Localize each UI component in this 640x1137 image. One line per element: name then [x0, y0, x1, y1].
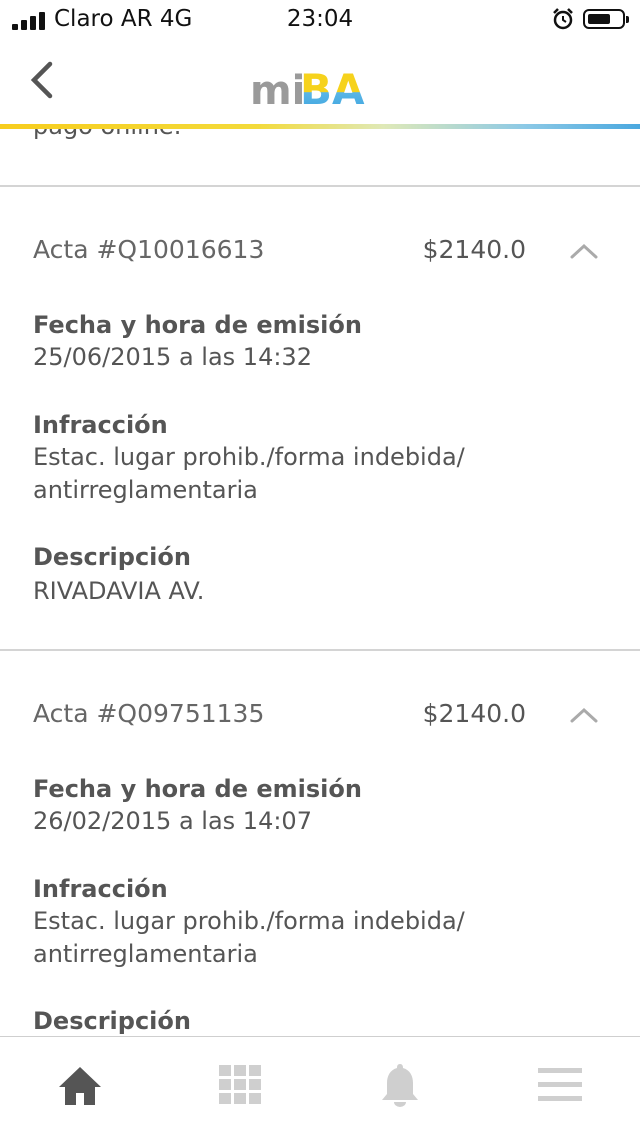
acta-amount: $2140.0 [422, 235, 526, 264]
fecha-label: Fecha y hora de emisión [33, 311, 362, 339]
acta-amount: $2140.0 [422, 699, 526, 728]
home-icon[interactable] [56, 1061, 104, 1109]
apps-grid-icon[interactable] [216, 1061, 264, 1109]
acta-card: Acta #Q10016613 $2140.0 Fecha y hora de … [0, 187, 640, 649]
infraccion-label: Infracción [33, 411, 168, 439]
svg-text:BA: BA [300, 65, 365, 112]
alarm-icon [553, 8, 573, 30]
app-header: mi BA [0, 40, 640, 126]
back-arrow-icon[interactable] [22, 58, 62, 102]
acta-number: Acta #Q09751135 [33, 699, 265, 728]
fecha-label: Fecha y hora de emisión [33, 775, 362, 803]
descripcion-value: RIVADAVIA AV. [33, 577, 205, 605]
status-time: 23:04 [286, 6, 354, 32]
fecha-value: 26/02/2015 a las 14:07 [33, 807, 312, 835]
bell-icon[interactable] [376, 1061, 424, 1109]
battery-icon [583, 9, 629, 29]
chevron-up-icon[interactable] [570, 707, 598, 723]
infraccion-label: Infracción [33, 875, 168, 903]
menu-icon[interactable] [536, 1061, 584, 1109]
actas-list[interactable]: pago online. Acta #Q10016613 $2140.0 Fec… [0, 126, 640, 1036]
infraccion-value: Estac. lugar prohib./forma indebida/ ant… [33, 443, 465, 504]
chevron-up-icon[interactable] [570, 243, 598, 259]
status-bar: Claro AR 4G 23:04 [0, 0, 640, 40]
miba-logo: mi BA [250, 65, 365, 112]
svg-text:mi: mi [250, 68, 305, 112]
infraccion-value: Estac. lugar prohib./forma indebida/ ant… [33, 907, 465, 968]
header-accent-line [0, 124, 640, 129]
acta-card: Acta #Q09751135 $2140.0 Fecha y hora de … [0, 651, 640, 1036]
descripcion-label: Descripción [33, 543, 191, 571]
fecha-value: 25/06/2015 a las 14:32 [33, 343, 312, 371]
acta-number: Acta #Q10016613 [33, 235, 265, 264]
descripcion-label: Descripción [33, 1007, 191, 1035]
tab-bar [0, 1036, 640, 1137]
